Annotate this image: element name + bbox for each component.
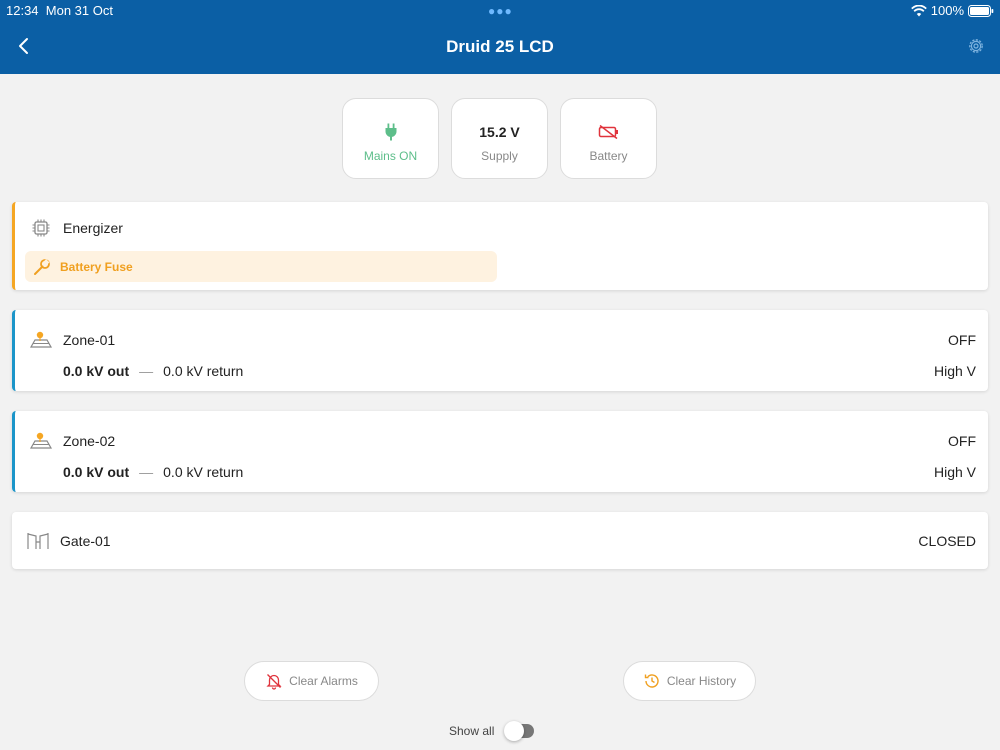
zone-return-voltage: 0.0 kV return xyxy=(163,363,244,379)
energizer-card[interactable]: Energizer Battery Fuse xyxy=(12,202,988,290)
settings-button[interactable] xyxy=(966,36,986,56)
clear-history-label: Clear History xyxy=(666,674,737,688)
supply-tile[interactable]: 15.2 V Supply xyxy=(451,98,548,179)
fence-zone-icon xyxy=(29,331,53,348)
status-date: Mon 31 Oct xyxy=(45,3,113,18)
status-time: 12:34 Mon 31 Oct xyxy=(6,3,113,18)
status-right: 100% xyxy=(910,3,994,18)
status-battery-icon xyxy=(968,4,994,17)
multitask-dots[interactable]: ●●● xyxy=(488,4,513,18)
supply-value: 15.2 V xyxy=(479,124,520,140)
gate-icon xyxy=(27,533,49,549)
status-tiles: Mains ON 15.2 V Supply Battery xyxy=(342,98,657,179)
chip-icon xyxy=(32,219,50,237)
zone-status: OFF xyxy=(948,433,976,449)
zone-readings: 0.0 kV out — 0.0 kV return xyxy=(63,464,243,480)
page-title: Druid 25 LCD xyxy=(446,37,554,56)
zone-output-voltage: 0.0 kV out xyxy=(63,464,130,480)
battery-percent: 100% xyxy=(930,3,964,18)
show-all-row: Show all xyxy=(449,721,535,741)
toggle-knob xyxy=(504,721,525,741)
show-all-label: Show all xyxy=(449,724,495,738)
zone-name: Zone-02 xyxy=(63,433,116,449)
alert-text: Battery Fuse xyxy=(60,259,133,274)
zone-mode: High V xyxy=(933,464,976,480)
show-all-toggle[interactable] xyxy=(504,721,535,741)
zone-readings: 0.0 kV out — 0.0 kV return xyxy=(63,363,243,379)
battery-fuse-alert[interactable]: Battery Fuse xyxy=(25,251,497,282)
mains-tile[interactable]: Mains ON xyxy=(342,98,439,179)
history-icon xyxy=(644,674,659,688)
battery-tile[interactable]: Battery xyxy=(560,98,657,179)
clear-alarms-button[interactable]: Clear Alarms xyxy=(244,661,379,701)
battery-fault-icon xyxy=(598,124,618,140)
supply-label: Supply xyxy=(481,149,518,163)
zone-name: Zone-01 xyxy=(63,332,116,348)
zone-card[interactable]: Zone-01 OFF 0.0 kV out — 0.0 kV return H… xyxy=(12,310,988,391)
energizer-name: Energizer xyxy=(63,220,123,236)
fence-zone-icon xyxy=(29,432,53,449)
zone-card[interactable]: Zone-02 OFF 0.0 kV out — 0.0 kV return H… xyxy=(12,411,988,492)
plug-icon xyxy=(385,123,396,141)
zone-status: OFF xyxy=(948,332,976,348)
status-clock: 12:34 xyxy=(6,3,39,18)
zone-output-voltage: 0.0 kV out xyxy=(63,363,130,379)
gear-icon xyxy=(969,39,983,53)
gate-status: CLOSED xyxy=(918,533,976,549)
wifi-icon xyxy=(910,4,927,16)
mains-label: Mains ON xyxy=(363,149,418,163)
clear-alarms-label: Clear Alarms xyxy=(289,674,358,688)
top-bar: 12:34 Mon 31 Oct ●●● 100% Druid 25 LCD xyxy=(0,0,1000,74)
dash-separator: — xyxy=(139,363,154,379)
gate-name: Gate-01 xyxy=(60,533,111,549)
bell-off-icon xyxy=(266,674,282,690)
gate-card[interactable]: Gate-01 CLOSED xyxy=(12,512,988,569)
zone-return-voltage: 0.0 kV return xyxy=(163,464,244,480)
dash-separator: — xyxy=(139,464,154,480)
battery-label: Battery xyxy=(589,149,628,163)
wrench-icon xyxy=(34,258,50,275)
clear-history-button[interactable]: Clear History xyxy=(623,661,756,701)
zone-mode: High V xyxy=(933,363,976,379)
